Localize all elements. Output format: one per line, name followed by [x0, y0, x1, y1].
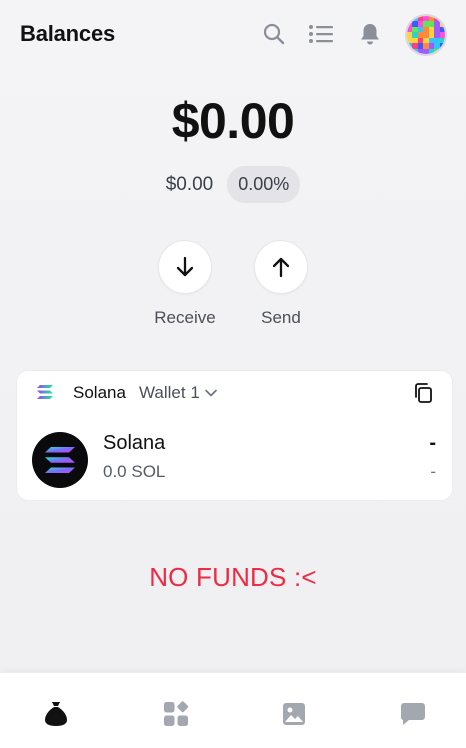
wallet-name: Wallet 1: [139, 383, 200, 402]
total-balance: $0.00: [171, 93, 295, 149]
bell-icon[interactable]: [356, 20, 384, 48]
token-balance: 0.0 SOL: [103, 462, 166, 481]
no-funds-notice: NO FUNDS :<: [149, 562, 317, 592]
wallet-selector[interactable]: Wallet 1: [139, 383, 217, 403]
avatar-pixel: [439, 48, 445, 54]
receive-label: Receive: [154, 308, 216, 327]
wallet-card-header: Solana Wallet 1: [17, 371, 452, 415]
token-row-solana[interactable]: Solana 0.0 SOL - -: [17, 427, 452, 493]
wallet-app: Balances $0.00 $0.00 0.00% Receive Send …: [0, 0, 466, 748]
arrow-down-icon: [176, 256, 194, 277]
chevron-down-icon: [204, 389, 217, 397]
avatar-pixel: [439, 43, 445, 49]
balance-change-usd: $0.00: [165, 173, 214, 195]
send-label: Send: [261, 308, 301, 327]
token-name: Solana: [103, 432, 166, 454]
receive-button[interactable]: Receive: [152, 240, 218, 328]
solana-logo-icon: [32, 432, 88, 488]
wallet-card: Solana Wallet 1 Solana 0.0 SOL - -: [16, 370, 453, 501]
header: Balances: [0, 0, 466, 70]
balance-change-percent: 0.00%: [227, 166, 301, 203]
action-buttons: Receive Send: [0, 240, 466, 328]
messages-icon[interactable]: [399, 700, 427, 728]
avatar-pixel: [434, 48, 440, 54]
copy-icon[interactable]: [413, 382, 433, 409]
chain-name: Solana: [73, 383, 126, 402]
receive-circle[interactable]: [158, 240, 212, 294]
page-title: Balances: [20, 21, 116, 46]
avatar-pixel: [439, 16, 445, 22]
apps-icon[interactable]: [162, 700, 190, 728]
balance-change-row: $0.00 0.00%: [0, 166, 466, 203]
arrow-up-icon: [272, 257, 290, 278]
avatar-pixel-grid: [407, 16, 445, 54]
avatar-pixel: [407, 48, 413, 54]
send-circle[interactable]: [254, 240, 308, 294]
token-change: -: [430, 462, 436, 481]
solana-mini-icon: [37, 385, 53, 404]
avatar[interactable]: [405, 14, 447, 56]
list-icon[interactable]: [307, 20, 335, 48]
bottom-nav: [0, 672, 466, 748]
search-icon[interactable]: [260, 20, 288, 48]
collectibles-icon[interactable]: [280, 700, 308, 728]
token-usd-value: -: [429, 432, 436, 454]
tokens-icon[interactable]: [42, 700, 70, 728]
send-button[interactable]: Send: [248, 240, 314, 328]
